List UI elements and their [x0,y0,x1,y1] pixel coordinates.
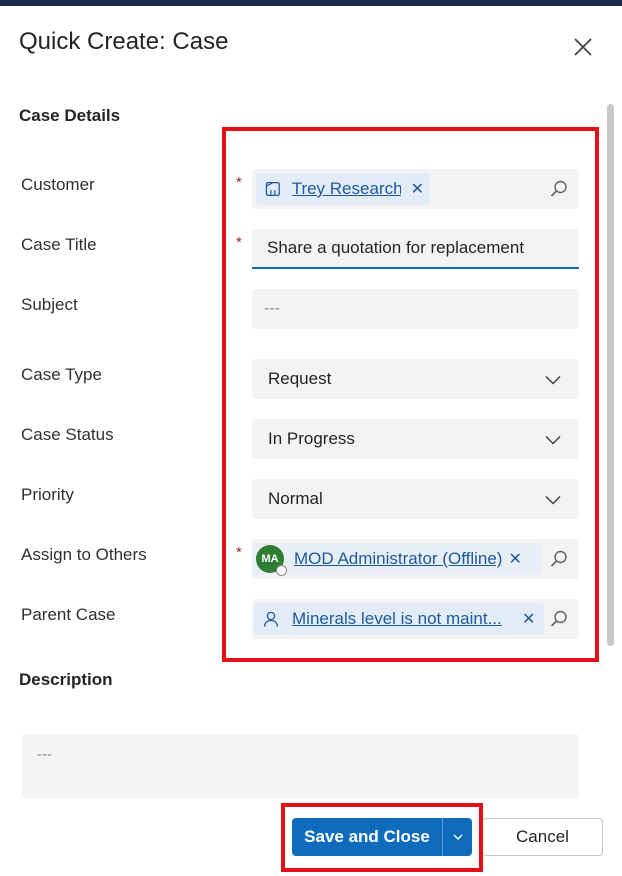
case-status-value: In Progress [268,429,355,448]
chevron-down-icon [545,495,561,505]
dialog-title: Quick Create: Case [19,28,229,55]
search-icon[interactable] [549,609,569,629]
case-type-select[interactable]: Request [252,359,579,399]
customer-tag[interactable]: Trey Research ✕ [256,173,430,205]
priority-label: Priority [21,485,74,504]
avatar-initials: MA [261,553,279,565]
assignee-link[interactable]: MOD Administrator (Offline) [294,549,502,569]
case-title-label: Case Title [21,235,97,254]
assign-to-others-label: Assign to Others [21,545,147,564]
customer-label: Customer [21,175,95,194]
close-icon [574,38,592,56]
search-icon[interactable] [549,549,569,569]
save-options-dropdown[interactable] [443,832,472,842]
priority-value: Normal [268,489,323,508]
subject-value: --- [264,300,280,317]
remove-parent-case-icon[interactable]: ✕ [522,609,535,629]
parent-case-label: Parent Case [21,605,116,624]
assignee-tag[interactable]: MA MOD Administrator (Offline) ✕ [252,543,542,576]
required-marker: * [236,234,242,251]
top-bar [0,0,622,6]
chevron-down-icon [545,435,561,445]
save-and-close-button[interactable]: Save and Close [292,818,472,856]
subject-field[interactable]: --- [252,289,579,329]
chevron-down-icon [545,375,561,385]
customer-link[interactable]: Trey Research [292,179,401,199]
presence-offline-icon [276,565,287,576]
assign-to-others-lookup[interactable]: MA MOD Administrator (Offline) ✕ [252,539,579,579]
remove-assignee-icon[interactable]: ✕ [508,549,521,569]
section-title-case-details: Case Details [19,106,121,125]
scrollbar[interactable] [607,104,614,646]
save-and-close-label: Save and Close [304,827,430,846]
avatar: MA [256,545,287,576]
required-marker: * [236,544,242,561]
section-title-description: Description [19,670,113,689]
case-icon [263,611,279,627]
case-status-label: Case Status [21,425,114,444]
cancel-button[interactable]: Cancel [482,818,603,856]
priority-select[interactable]: Normal [252,479,579,519]
description-textarea[interactable]: --- [22,734,579,798]
parent-case-lookup[interactable]: Minerals level is not maint... ✕ [252,599,579,639]
case-type-label: Case Type [21,365,102,384]
account-icon [265,181,280,197]
close-button[interactable] [570,34,596,60]
parent-case-tag[interactable]: Minerals level is not maint... ✕ [254,603,544,635]
customer-lookup[interactable]: Trey Research ✕ [252,169,579,209]
subject-label: Subject [21,295,78,314]
case-status-select[interactable]: In Progress [252,419,579,459]
description-value: --- [37,746,52,763]
chevron-down-icon [453,834,462,840]
remove-customer-icon[interactable]: ✕ [411,179,424,199]
parent-case-link[interactable]: Minerals level is not maint... [292,609,508,629]
required-marker: * [236,174,242,191]
case-title-input[interactable]: Share a quotation for replacement [252,229,579,269]
search-icon[interactable] [549,179,569,199]
case-type-value: Request [268,369,332,388]
